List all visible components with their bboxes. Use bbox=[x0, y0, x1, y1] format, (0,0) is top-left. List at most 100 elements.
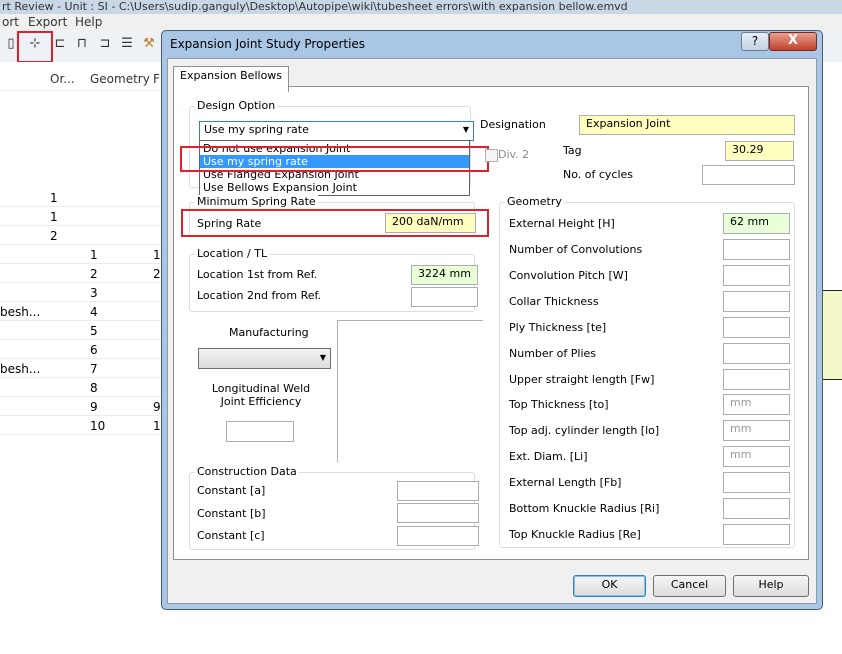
table-cell-or[interactable]: 1 bbox=[50, 210, 58, 224]
geometry-row-field[interactable] bbox=[723, 343, 790, 364]
table-cell-geo[interactable]: 9 bbox=[90, 400, 98, 414]
table-cell-geo[interactable]: 1 bbox=[90, 248, 98, 262]
geometry-row-label: External Length [Fb] bbox=[509, 476, 622, 489]
dropdown-option-bellows[interactable]: Use Bellows Expansion Joint bbox=[200, 181, 469, 194]
location-first-field[interactable]: 3224 mm bbox=[411, 265, 478, 285]
dialog-help-button[interactable]: ? bbox=[741, 32, 769, 51]
table-cell-geo[interactable]: 3 bbox=[90, 286, 98, 300]
table-cell-f[interactable]: 2 bbox=[153, 267, 161, 281]
div2-checkbox[interactable] bbox=[485, 149, 498, 162]
help-button[interactable]: Help bbox=[733, 575, 809, 597]
support-icon[interactable]: ⊐ bbox=[97, 36, 113, 52]
constant-c-label: Constant [c] bbox=[197, 529, 265, 542]
column-header-geometry[interactable]: Geometry bbox=[90, 72, 150, 86]
location-second-field[interactable] bbox=[411, 287, 478, 307]
cycles-field[interactable] bbox=[702, 165, 795, 185]
geometry-row-label: Ext. Diam. [Li] bbox=[509, 450, 588, 463]
geometry-row-field[interactable] bbox=[723, 498, 790, 519]
table-cell-geo[interactable]: 5 bbox=[90, 324, 98, 338]
table-cell-geo[interactable]: 6 bbox=[90, 343, 98, 357]
geometry-row-field[interactable] bbox=[723, 265, 790, 286]
column-header-f[interactable]: F bbox=[153, 72, 160, 86]
menu-item-export[interactable]: Export bbox=[28, 14, 67, 30]
menu-bar: ort Export Help bbox=[0, 14, 842, 30]
table-cell-or[interactable]: 2 bbox=[50, 229, 58, 243]
table-cell-geo[interactable]: 2 bbox=[90, 267, 98, 281]
table-cell-a[interactable]: besh... bbox=[0, 305, 40, 319]
table-row-divider bbox=[0, 377, 165, 378]
geometry-row-field[interactable]: mm bbox=[723, 394, 790, 415]
constant-b-label: Constant [b] bbox=[197, 507, 266, 520]
geometry-row-field[interactable] bbox=[723, 524, 790, 545]
flange-icon[interactable]: ⊏ bbox=[52, 36, 68, 52]
design-option-select[interactable]: Use my spring rate ▼ bbox=[199, 121, 474, 141]
design-option-selected: Use my spring rate bbox=[204, 123, 309, 136]
table-row-divider bbox=[0, 225, 165, 226]
tag-field[interactable]: 30.29 bbox=[725, 141, 794, 161]
cancel-button[interactable]: Cancel bbox=[653, 575, 726, 597]
design-option-label: Design Option bbox=[195, 99, 278, 112]
geometry-row-field[interactable]: mm bbox=[723, 446, 790, 467]
table-row-divider bbox=[0, 434, 165, 435]
geometry-row-field[interactable]: 62 mm bbox=[723, 213, 790, 234]
geometry-row-label: Top Thickness [to] bbox=[509, 398, 609, 411]
constant-c-field[interactable] bbox=[397, 526, 479, 546]
table-cell-or[interactable]: 1 bbox=[50, 191, 58, 205]
manufacturing-select[interactable]: ▼ bbox=[198, 348, 331, 369]
constant-b-field[interactable] bbox=[397, 503, 479, 523]
spring-rate-option-highlight-box bbox=[180, 146, 489, 172]
column-header-or[interactable]: Or... bbox=[50, 72, 75, 86]
geometry-row-label: Bottom Knuckle Radius [Ri] bbox=[509, 502, 660, 515]
table-row-divider bbox=[0, 301, 165, 302]
tool-icon[interactable]: ⚒ bbox=[141, 36, 157, 52]
table-cell-geo[interactable]: 8 bbox=[90, 381, 98, 395]
geometry-row-field[interactable] bbox=[723, 472, 790, 493]
expansion-joint-icon[interactable]: ⊹ bbox=[27, 36, 43, 52]
geometry-row-label: Upper straight length [Fw] bbox=[509, 373, 655, 386]
table-cell-geo[interactable]: 10 bbox=[90, 419, 105, 433]
chevron-down-icon: ▼ bbox=[319, 353, 326, 362]
table-row-divider bbox=[0, 339, 165, 340]
table-cell-geo[interactable]: 4 bbox=[90, 305, 98, 319]
menu-item-help[interactable]: Help bbox=[75, 14, 102, 30]
geometry-row-label: External Height [H] bbox=[509, 217, 615, 230]
geometry-row-field[interactable] bbox=[723, 317, 790, 338]
tab-expansion-bellows[interactable]: Expansion Bellows bbox=[173, 66, 290, 92]
designation-field[interactable]: Expansion Joint bbox=[579, 115, 795, 135]
geometry-row-label: Ply Thickness [te] bbox=[509, 321, 607, 334]
location-first-label: Location 1st from Ref. bbox=[197, 268, 318, 281]
table-row-divider bbox=[0, 206, 165, 207]
geometry-row-field[interactable]: mm bbox=[723, 420, 790, 441]
dialog-title: Expansion Joint Study Properties bbox=[170, 37, 366, 51]
geometry-row-field[interactable] bbox=[723, 291, 790, 312]
list-icon[interactable]: ☰ bbox=[119, 36, 135, 52]
weld-efficiency-label: Longitudinal Weld Joint Efficiency bbox=[211, 382, 311, 408]
min-spring-rate-label: Minimum Spring Rate bbox=[195, 195, 318, 208]
geometry-row-label: Convolution Pitch [W] bbox=[509, 269, 628, 282]
table-row-divider bbox=[0, 415, 165, 416]
tag-label: Tag bbox=[563, 144, 582, 157]
geometry-label: Geometry bbox=[505, 195, 564, 208]
table-cell-f[interactable]: 9 bbox=[153, 400, 161, 414]
drawing-canvas-fragment bbox=[822, 290, 842, 380]
geometry-row-label: Top Knuckle Radius [Re] bbox=[509, 528, 641, 541]
constant-a-field[interactable] bbox=[397, 481, 479, 501]
weld-efficiency-field[interactable] bbox=[226, 421, 294, 442]
menu-item-report[interactable]: ort bbox=[2, 14, 19, 30]
constant-a-label: Constant [a] bbox=[197, 484, 266, 497]
manufacturing-label: Manufacturing bbox=[229, 326, 309, 339]
dialog-close-button[interactable]: X bbox=[769, 32, 817, 51]
geometry-row-field[interactable] bbox=[723, 369, 790, 390]
header-divider bbox=[0, 90, 165, 91]
table-cell-geo[interactable]: 7 bbox=[90, 362, 98, 376]
table-cell-f[interactable]: 1 bbox=[153, 248, 161, 262]
table-row-divider bbox=[0, 320, 165, 321]
ok-button[interactable]: OK bbox=[573, 575, 646, 597]
nozzle-icon[interactable]: ⊓ bbox=[74, 36, 90, 52]
designation-label: Designation bbox=[480, 118, 546, 131]
geometry-row-label: Top adj. cylinder length [lo] bbox=[509, 424, 660, 437]
spring-rate-highlight-box bbox=[181, 209, 489, 237]
geometry-row-field[interactable] bbox=[723, 239, 790, 260]
table-cell-a[interactable]: besh... bbox=[0, 362, 40, 376]
table-cell-f[interactable]: 1 bbox=[153, 419, 161, 433]
